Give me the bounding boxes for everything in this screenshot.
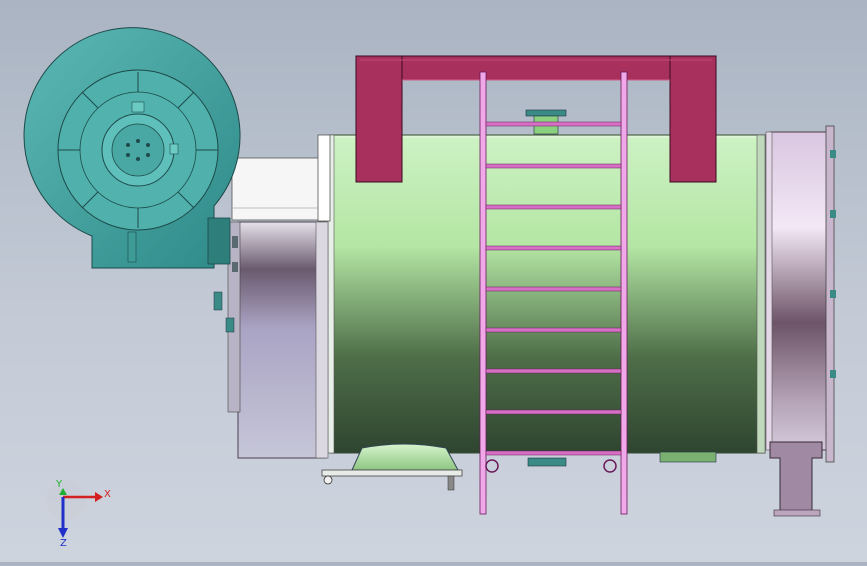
- y-axis-label: Y: [55, 479, 63, 490]
- centrifugal-fan[interactable]: [23, 27, 241, 269]
- support-leg[interactable]: [769, 441, 823, 517]
- cad-viewport[interactable]: X Y Z: [0, 0, 867, 562]
- z-axis-label: Z: [60, 538, 67, 549]
- front-end-plate[interactable]: [213, 221, 329, 459]
- boiler-shell[interactable]: [327, 134, 766, 454]
- nozzle-bottom: [527, 457, 567, 467]
- burner-duct[interactable]: [231, 134, 331, 222]
- nozzle-bottom-right: [659, 451, 717, 463]
- rear-smokebox[interactable]: [765, 125, 836, 463]
- coordinate-triad: X Y Z: [46, 479, 111, 549]
- cad-drawing: X Y Z: [23, 27, 836, 549]
- x-axis-label: X: [104, 489, 111, 500]
